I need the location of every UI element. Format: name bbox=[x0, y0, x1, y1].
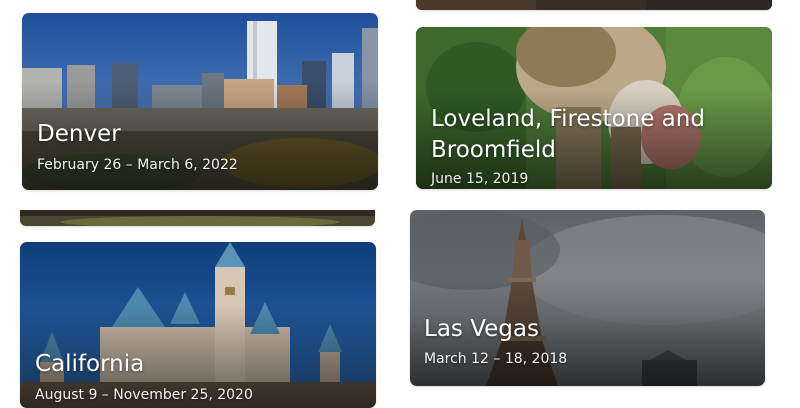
album-cover-image bbox=[416, 0, 772, 10]
album-title: Loveland, Firestone and Broomfield bbox=[431, 106, 705, 163]
album-dates: August 9 – November 25, 2020 bbox=[35, 387, 253, 403]
album-dates: February 26 – March 6, 2022 bbox=[37, 157, 238, 173]
album-title: Denver bbox=[37, 121, 121, 147]
album-card-partial-top[interactable] bbox=[416, 0, 772, 10]
album-card-denver[interactable]: Denver February 26 – March 6, 2022 bbox=[22, 13, 378, 190]
album-card-partial-middle[interactable] bbox=[20, 210, 375, 226]
album-dates: March 12 – 18, 2018 bbox=[424, 351, 568, 367]
album-cover-image bbox=[20, 210, 375, 226]
album-card-california[interactable]: California August 9 – November 25, 2020 bbox=[20, 242, 376, 408]
album-title: Las Vegas bbox=[424, 316, 539, 342]
album-title: California bbox=[35, 351, 145, 377]
album-card-las-vegas[interactable]: Las Vegas March 12 – 18, 2018 bbox=[410, 210, 765, 386]
album-card-loveland[interactable]: Loveland, Firestone and Broomfield June … bbox=[416, 27, 772, 189]
album-dates: June 15, 2019 bbox=[431, 171, 529, 187]
